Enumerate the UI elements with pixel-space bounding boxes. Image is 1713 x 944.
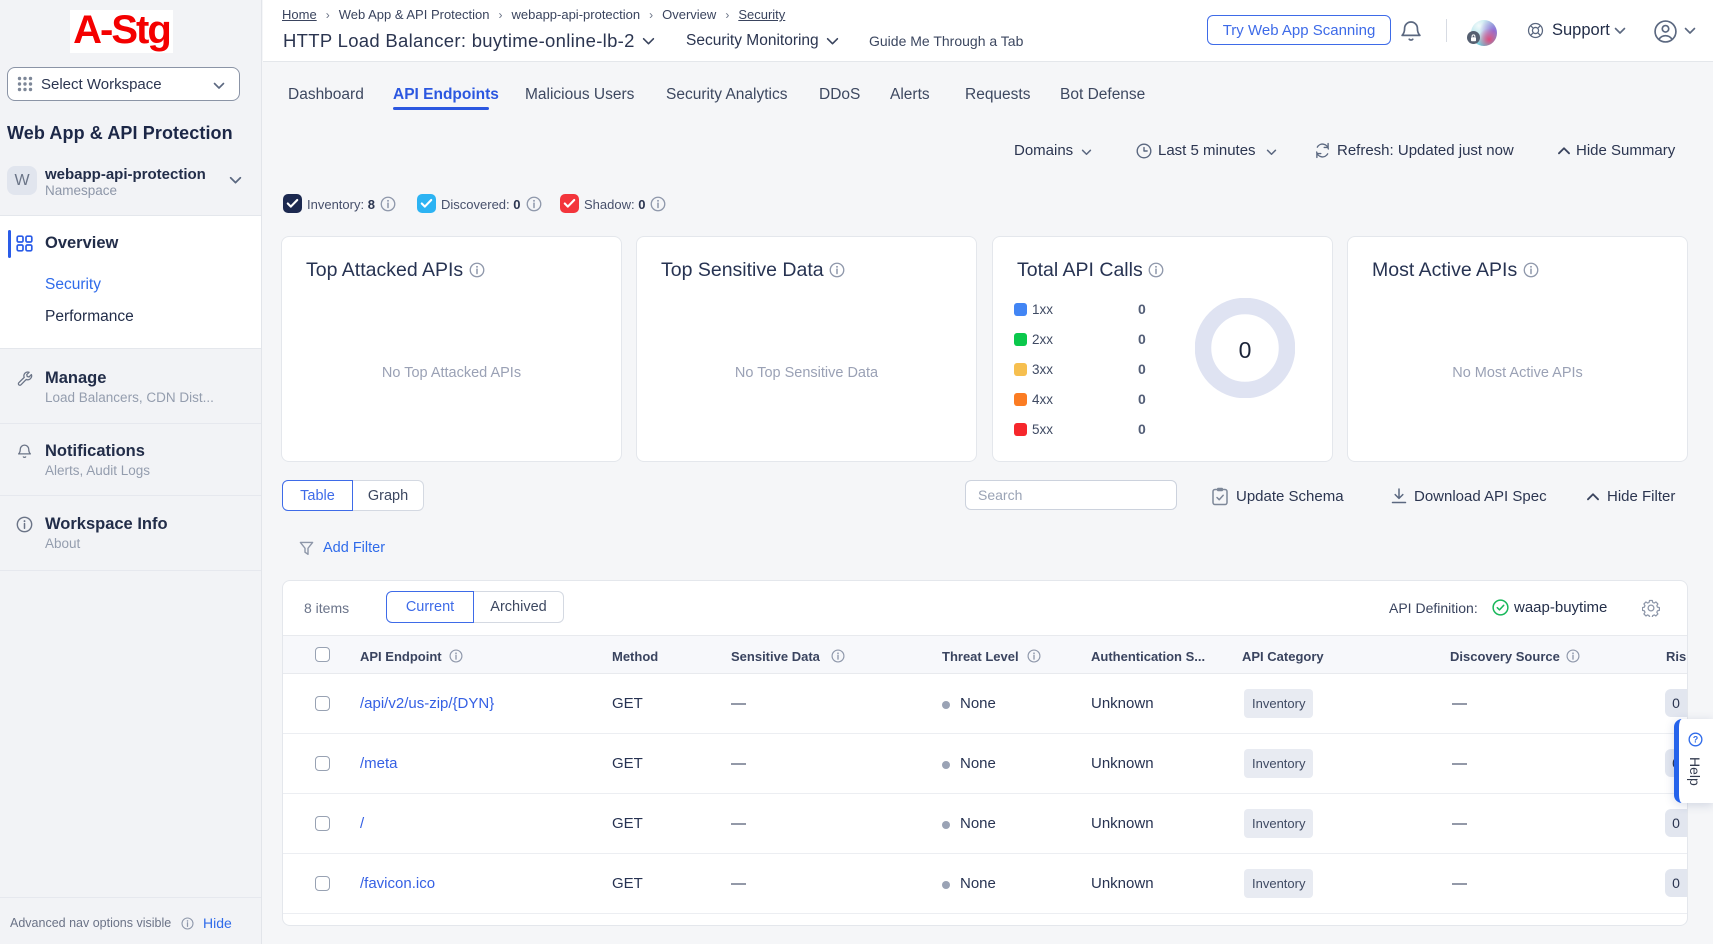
svg-text:?: ? bbox=[1693, 735, 1698, 745]
